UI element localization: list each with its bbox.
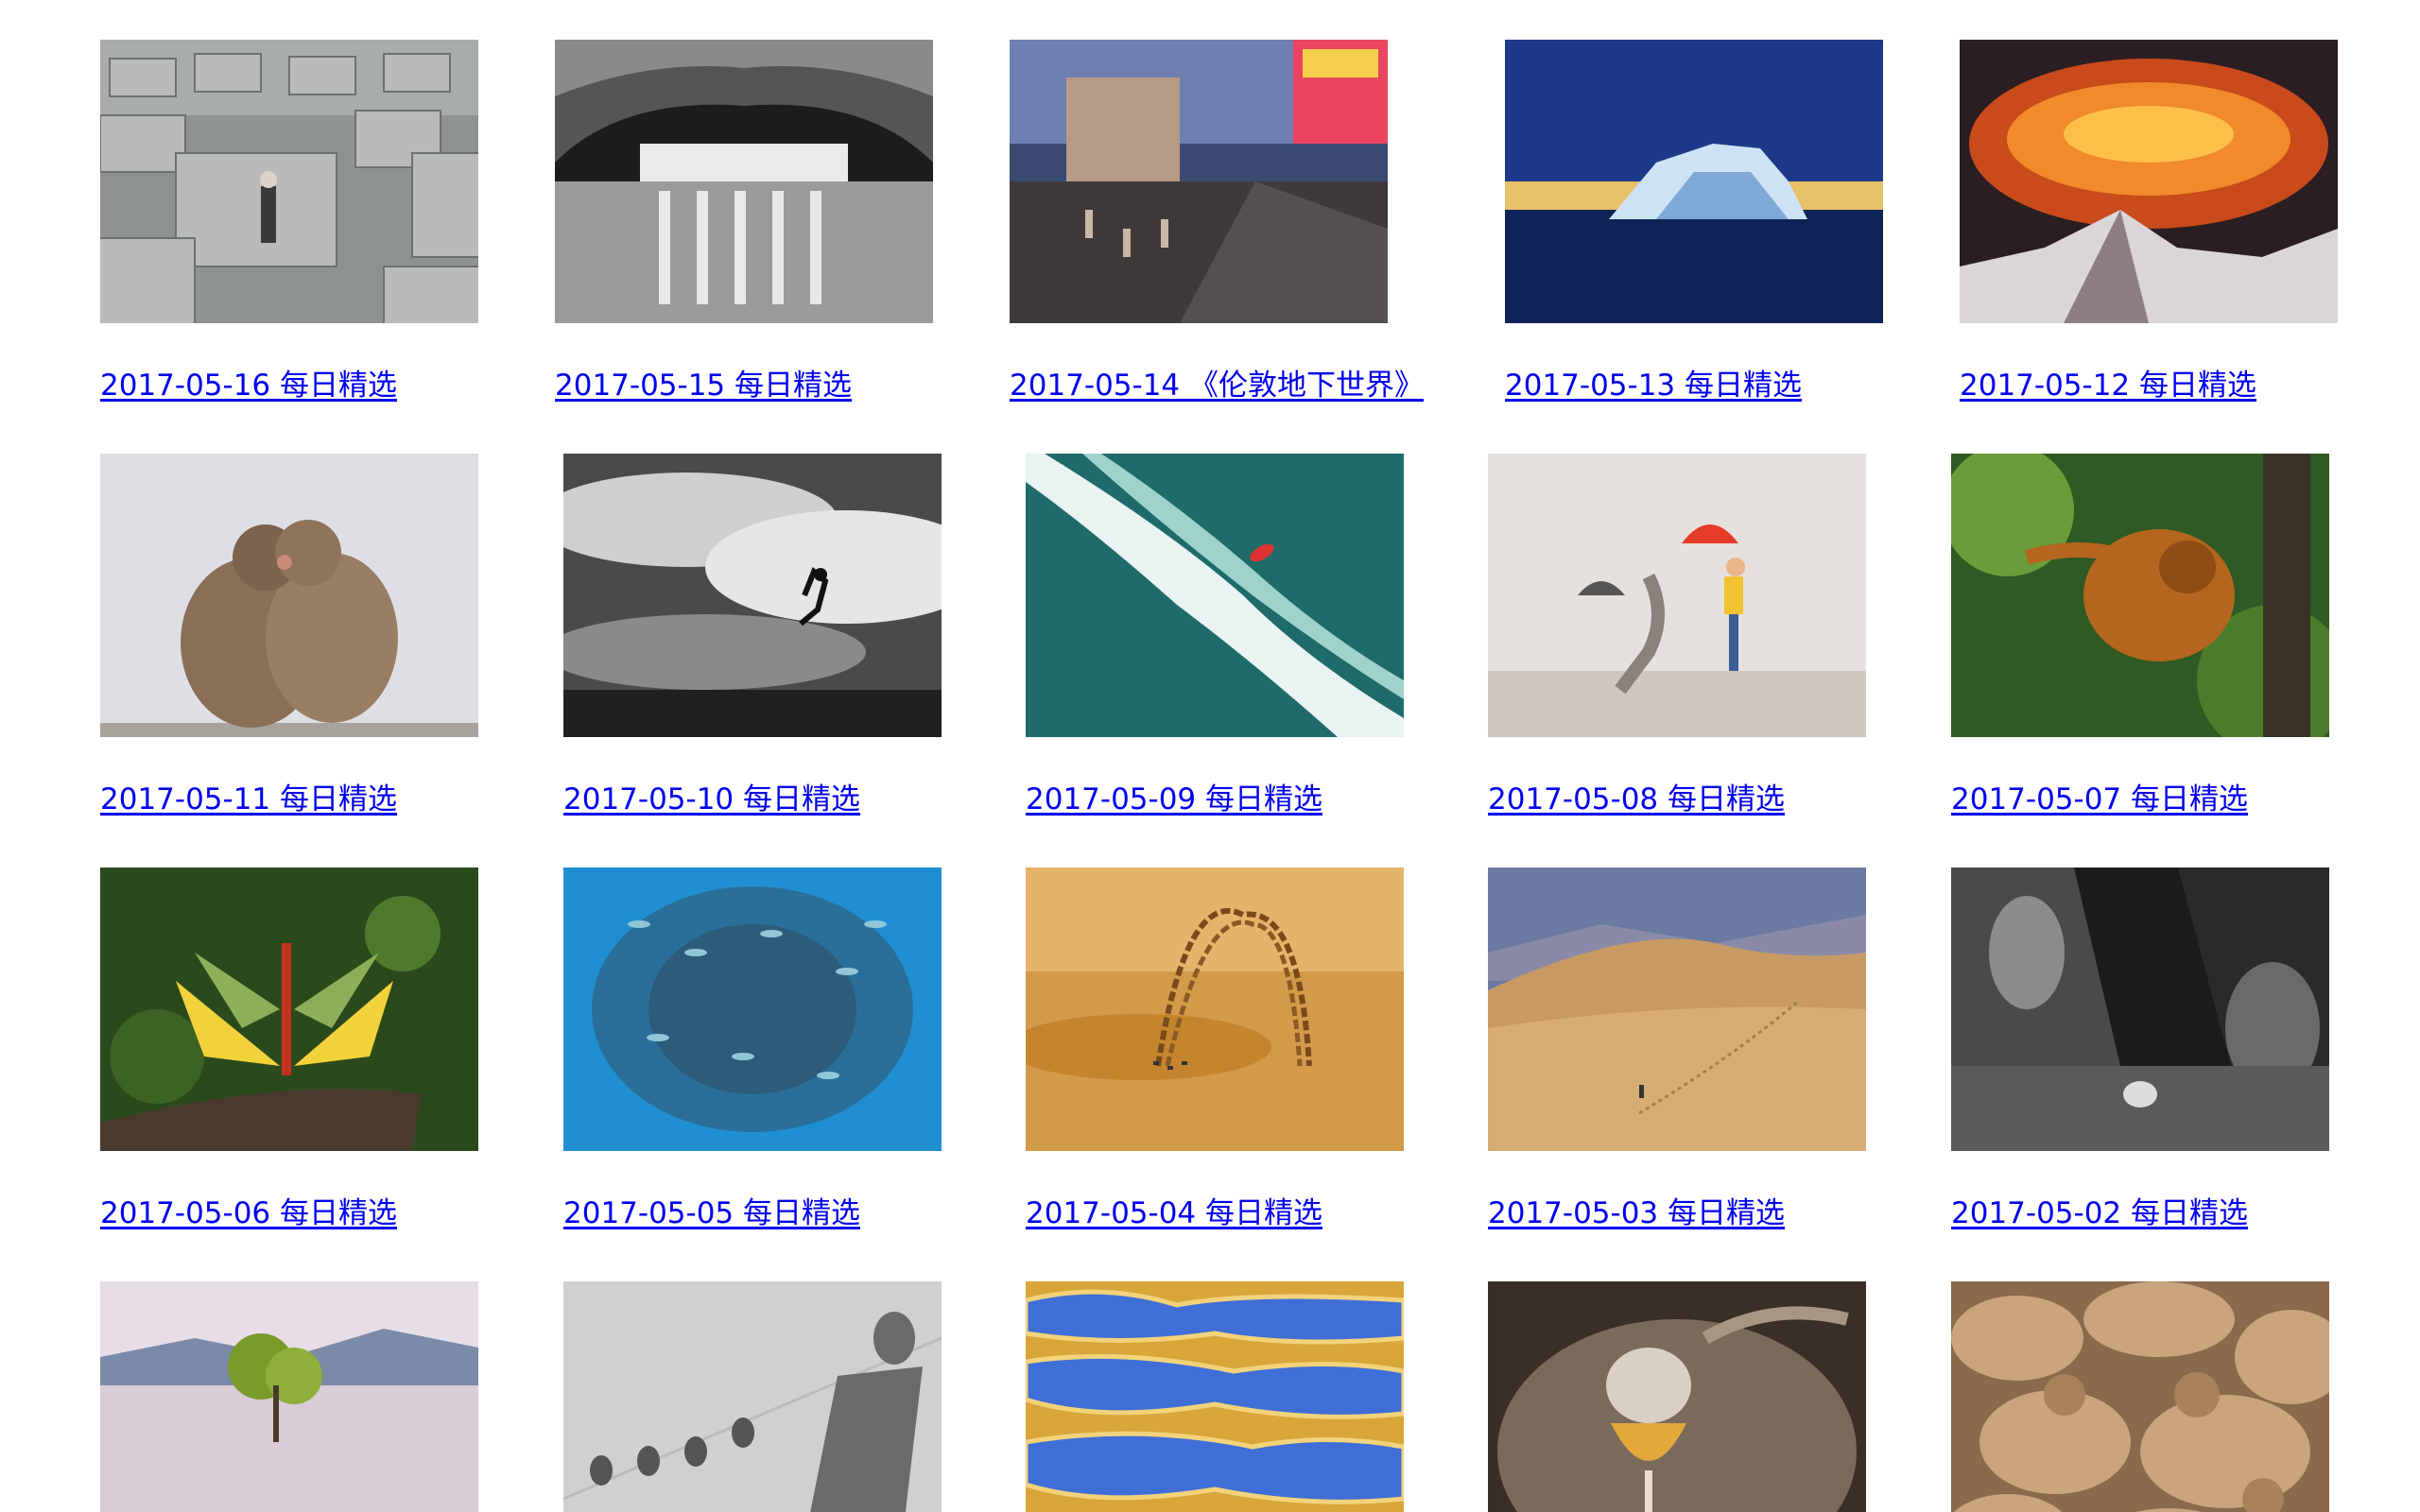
post-link[interactable]: 2017-05-02 每日精选 [1951, 1194, 2248, 1232]
thumbnail-image[interactable] [100, 40, 478, 323]
post-link[interactable]: 2017-05-09 每日精选 [1026, 781, 1322, 818]
thumbnail-image[interactable] [1026, 454, 1404, 737]
gallery-item[interactable]: 2017-05-09 每日精选 [1026, 454, 1404, 816]
thumbnail-image[interactable] [1026, 868, 1404, 1151]
gallery-item[interactable]: 2017-05-15 每日精选 [555, 40, 933, 403]
gallery-item[interactable]: 2017-05-06 每日精选 [100, 868, 478, 1230]
gallery-item[interactable] [100, 1281, 478, 1512]
post-link[interactable]: 2017-05-08 每日精选 [1488, 781, 1785, 818]
gallery-item[interactable]: 2017-05-11 每日精选 [100, 454, 478, 816]
thumbnail-image[interactable] [1951, 868, 2329, 1151]
post-link[interactable]: 2017-05-11 每日精选 [100, 781, 397, 818]
gallery-item[interactable]: 2017-05-13 每日精选 [1505, 40, 1883, 403]
gallery-item[interactable]: 2017-05-08 每日精选 [1488, 454, 1866, 816]
post-link[interactable]: 2017-05-03 每日精选 [1488, 1194, 1785, 1232]
thumbnail-image[interactable] [563, 454, 942, 737]
thumbnail-image[interactable] [563, 868, 942, 1151]
gallery-item[interactable]: 2017-05-14 《伦敦地下世界》 [1010, 40, 1424, 403]
thumbnail-image[interactable] [100, 1281, 478, 1512]
thumbnail-image[interactable] [100, 868, 478, 1151]
post-link[interactable]: 2017-05-05 每日精选 [563, 1194, 860, 1232]
post-link[interactable]: 2017-05-06 每日精选 [100, 1194, 397, 1232]
post-link[interactable]: 2017-05-12 每日精选 [1960, 367, 2256, 404]
post-link[interactable]: 2017-05-14 《伦敦地下世界》 [1010, 367, 1424, 404]
gallery-item[interactable]: 2017-05-12 每日精选 [1960, 40, 2338, 403]
gallery-item[interactable] [1488, 1281, 1866, 1512]
thumbnail-image[interactable] [1488, 1281, 1866, 1512]
post-link[interactable]: 2017-05-04 每日精选 [1026, 1194, 1322, 1232]
thumbnail-image[interactable] [1505, 40, 1883, 323]
thumbnail-image[interactable] [100, 454, 478, 737]
gallery-item[interactable]: 2017-05-07 每日精选 [1951, 454, 2329, 816]
gallery-item[interactable]: 2017-05-05 每日精选 [563, 868, 942, 1230]
photo-gallery: 2017-05-16 每日精选 2017-05-15 每日精选 2017-05-… [0, 0, 2420, 1512]
gallery-item[interactable]: 2017-05-03 每日精选 [1488, 868, 1866, 1230]
gallery-item[interactable]: 2017-05-04 每日精选 [1026, 868, 1404, 1230]
gallery-item[interactable] [563, 1281, 942, 1512]
post-link[interactable]: 2017-05-07 每日精选 [1951, 781, 2248, 818]
post-link[interactable]: 2017-05-10 每日精选 [563, 781, 860, 818]
gallery-item[interactable] [1026, 1281, 1404, 1512]
gallery-item[interactable] [1951, 1281, 2329, 1512]
gallery-item[interactable]: 2017-05-16 每日精选 [100, 40, 478, 403]
thumbnail-image[interactable] [1488, 868, 1866, 1151]
thumbnail-image[interactable] [1010, 40, 1388, 323]
post-link[interactable]: 2017-05-15 每日精选 [555, 367, 852, 404]
thumbnail-image[interactable] [1026, 1281, 1404, 1512]
thumbnail-image[interactable] [563, 1281, 942, 1512]
post-link[interactable]: 2017-05-16 每日精选 [100, 367, 397, 404]
gallery-item[interactable]: 2017-05-10 每日精选 [563, 454, 942, 816]
thumbnail-image[interactable] [1960, 40, 2338, 323]
thumbnail-image[interactable] [1488, 454, 1866, 737]
thumbnail-image[interactable] [1951, 454, 2329, 737]
thumbnail-image[interactable] [555, 40, 933, 323]
gallery-item[interactable]: 2017-05-02 每日精选 [1951, 868, 2329, 1230]
thumbnail-image[interactable] [1951, 1281, 2329, 1512]
post-link[interactable]: 2017-05-13 每日精选 [1505, 367, 1802, 404]
